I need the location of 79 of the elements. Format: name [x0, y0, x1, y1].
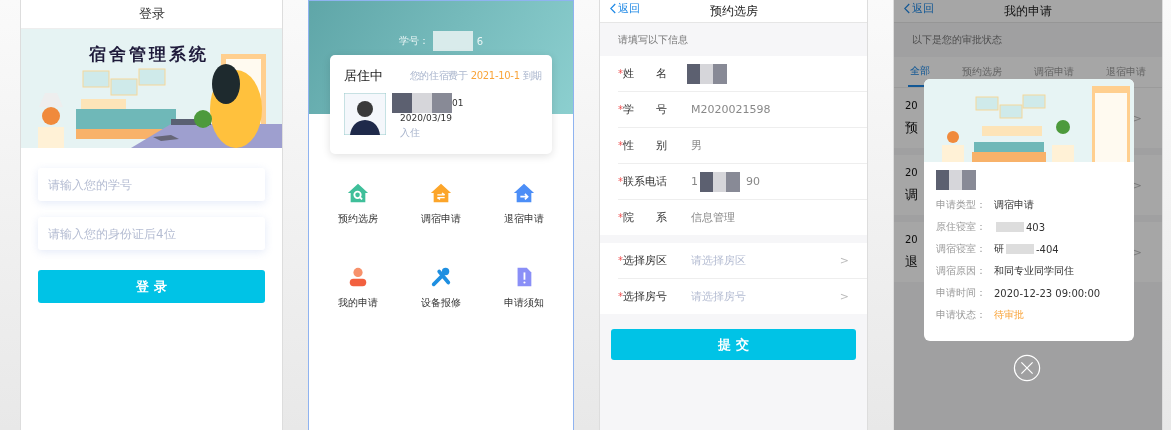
menu-item[interactable]: 设备报修: [399, 266, 483, 310]
field-value: 男: [691, 138, 702, 153]
detail-label: 申请类型：: [936, 198, 987, 212]
application-title: 退: [905, 252, 918, 271]
page-title: 我的申请: [1004, 2, 1052, 20]
checkin-date: 2020/03/19: [400, 113, 453, 123]
detail-value: 和同专业同学同住: [994, 264, 1074, 278]
checkin-label: 入住: [400, 126, 421, 140]
expiry-notice: 您的住宿费于 2021-10-1 到期: [409, 69, 542, 83]
field-value: 信息管理: [691, 210, 735, 225]
student-number: 6: [476, 35, 484, 47]
avatar-silhouette: [344, 93, 386, 135]
house-arrows-icon: [430, 182, 452, 204]
application-date: 20: [905, 233, 918, 245]
redaction-block: [432, 31, 473, 51]
house-arrow-icon: [512, 182, 535, 204]
section-hint: 以下是您的审批状态: [912, 33, 1002, 47]
residence-status: 居住中: [344, 67, 383, 85]
required-mark: *: [618, 212, 623, 223]
required-mark: *: [618, 255, 623, 266]
redaction-block: [392, 93, 452, 113]
required-mark: *: [618, 140, 623, 151]
detail-value: 403: [1026, 221, 1046, 233]
field-value: 1: [691, 175, 698, 188]
room-number: 01: [452, 98, 464, 108]
page-title: 预约选房: [709, 2, 758, 20]
banner-title: 宿舍管理系统: [89, 43, 209, 66]
detail-value: -404: [1036, 243, 1059, 255]
required-mark: *: [618, 176, 623, 187]
field-value: 90: [746, 175, 760, 188]
menu-item[interactable]: 预约选房: [317, 182, 400, 226]
menu-item[interactable]: 我的申请: [317, 266, 400, 310]
page-title: 登录: [138, 5, 165, 23]
chevron-icon: >: [1132, 178, 1142, 192]
application-date: 20: [905, 99, 918, 111]
field-label: 选择房号: [623, 289, 668, 304]
application-title: 预: [905, 118, 918, 137]
close-button[interactable]: [1012, 353, 1042, 383]
application-date: 20: [905, 166, 918, 178]
detail-value: 研: [994, 242, 1004, 256]
detail-value: 待审批: [994, 308, 1024, 322]
chevron-icon: >: [839, 254, 849, 267]
application-title: 调: [905, 185, 918, 204]
required-mark: *: [618, 291, 623, 302]
field-label: 性 别: [623, 138, 668, 153]
field-label: 院 系: [623, 210, 668, 225]
chevron-icon: >: [1132, 245, 1142, 259]
input-field[interactable]: 请输入您的学号: [38, 168, 265, 201]
chevron-icon: >: [1132, 111, 1142, 125]
wrench-icon: [430, 266, 452, 288]
select-placeholder: 请选择房号: [691, 289, 746, 304]
input-field[interactable]: 请输入您的身份证后4位: [38, 217, 265, 250]
field-label: 学 号: [623, 102, 668, 117]
back-chevron-icon: [610, 3, 616, 14]
detail-label: 调宿原因：: [936, 264, 987, 278]
detail-value: 调宿申请: [994, 198, 1034, 212]
required-mark: *: [618, 68, 623, 79]
select-row[interactable]: *选择房区 请选择房区 >: [618, 243, 867, 279]
field-label: 选择房区: [623, 253, 668, 268]
detail-label: 申请时间：: [936, 286, 987, 300]
detail-label: 原住寝室：: [936, 220, 987, 234]
menu-item[interactable]: 申请须知: [482, 266, 565, 310]
field-value: M2020021598: [691, 103, 771, 116]
detail-value: 2020-12-23 09:00:00: [994, 287, 1101, 299]
select-row[interactable]: *选择房号 请选择房号 >: [618, 279, 867, 314]
student-number-label: 学号：: [398, 34, 429, 48]
select-placeholder: 请选择房区: [691, 253, 746, 268]
required-mark: *: [618, 104, 623, 115]
house-search-icon: [347, 182, 370, 204]
chevron-icon: >: [839, 290, 849, 303]
detail-label: 申请状态：: [936, 308, 987, 322]
back-chevron-icon: [904, 3, 910, 14]
menu-item[interactable]: 退宿申请: [482, 182, 565, 226]
back-button[interactable]: 返回: [610, 1, 640, 16]
field-label: 姓 名: [623, 66, 668, 81]
field-label: 联系电话: [623, 174, 668, 189]
detail-label: 调宿寝室：: [936, 242, 987, 256]
section-hint: 请填写以下信息: [618, 32, 688, 47]
menu-item[interactable]: 调宿申请: [399, 182, 483, 226]
